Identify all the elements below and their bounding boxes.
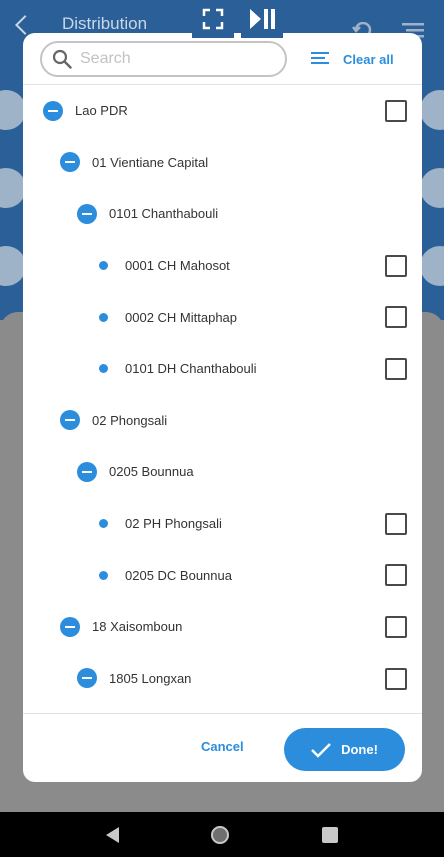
tree-node[interactable]: 1805 Longxan <box>23 653 422 705</box>
search-icon <box>52 49 72 69</box>
collapse-icon[interactable] <box>60 410 80 431</box>
clear-all-button[interactable]: Clear all <box>311 47 394 71</box>
search-bar: Clear all <box>23 33 422 85</box>
location-picker-dialog: Clear all Lao PDR 01 Vientiane Capital 0… <box>23 33 422 782</box>
nav-back-icon[interactable] <box>106 826 120 843</box>
system-navigation-bar <box>0 812 444 857</box>
tree-node-label: 0205 DC Bounnua <box>125 567 232 583</box>
tree-node-label: 0101 Chanthabouli <box>109 206 219 222</box>
fullscreen-button[interactable] <box>192 0 234 38</box>
tree-node-label: 18 Xaisomboun <box>92 619 183 635</box>
leaf-bullet-icon <box>99 570 108 580</box>
play-pause-icon <box>250 9 275 29</box>
done-label: Done! <box>341 742 378 757</box>
sort-lines-icon <box>311 52 329 64</box>
cancel-button[interactable]: Cancel <box>201 739 244 754</box>
tree-node-checkbox[interactable] <box>385 306 407 329</box>
background-avatar <box>420 90 444 130</box>
leaf-bullet-icon <box>99 261 108 271</box>
leaf-bullet-icon <box>99 364 108 374</box>
collapse-icon[interactable] <box>77 461 97 482</box>
nav-recents-icon[interactable] <box>321 826 338 843</box>
tree-node-label: 0101 DH Chanthabouli <box>125 361 257 377</box>
tree-node[interactable]: 0101 DH Chanthabouli <box>23 343 422 395</box>
tree-node-label: 1805 Longxan <box>109 670 192 686</box>
tree-node-label: 0001 CH Mahosot <box>125 258 230 274</box>
background-avatar <box>420 246 444 286</box>
collapse-icon[interactable] <box>77 668 97 689</box>
tree-node-checkbox[interactable] <box>385 564 407 587</box>
tree-node-label: 02 Phongsali <box>92 412 168 428</box>
checkmark-icon <box>311 742 331 758</box>
fullscreen-icon <box>202 8 224 30</box>
tree-node[interactable]: 0205 Bounnua <box>23 446 422 498</box>
org-unit-tree: Lao PDR 01 Vientiane Capital 0101 Chanth… <box>23 85 422 713</box>
tree-node[interactable]: 02 PH Phongsali <box>23 498 422 550</box>
tree-node-label: Lao PDR <box>75 103 128 119</box>
tree-node[interactable]: 0101 Chanthabouli <box>23 188 422 240</box>
done-button[interactable]: Done! <box>284 728 405 771</box>
tree-node-checkbox[interactable] <box>385 667 407 690</box>
collapse-icon[interactable] <box>77 203 97 224</box>
tree-node[interactable]: 02 Phongsali <box>23 395 422 447</box>
dialog-footer: Cancel Done! <box>23 713 422 782</box>
tree-node[interactable]: 01 Vientiane Capital <box>23 137 422 189</box>
background-title: Distribution <box>62 14 148 33</box>
search-input[interactable] <box>80 50 270 68</box>
tree-node[interactable]: 0205 DC Bounnua <box>23 549 422 601</box>
collapse-icon[interactable] <box>43 100 63 121</box>
clear-all-label: Clear all <box>343 51 394 67</box>
tree-node-label: 0205 Bounnua <box>109 464 194 480</box>
tree-node[interactable]: 18 Xaisomboun <box>23 601 422 653</box>
collapse-icon[interactable] <box>60 152 80 173</box>
back-arrow-icon <box>15 15 35 35</box>
leaf-bullet-icon <box>99 312 108 322</box>
tree-node-checkbox[interactable] <box>385 358 407 380</box>
tree-node-label: 02 PH Phongsali <box>125 516 222 532</box>
collapse-icon[interactable] <box>60 616 80 637</box>
leaf-bullet-icon <box>99 519 108 529</box>
tree-node[interactable]: 0002 CH Mittaphap <box>23 291 422 343</box>
tree-node[interactable]: Lao PDR <box>23 85 422 137</box>
tree-node-label: 0002 CH Mittaphap <box>125 309 238 325</box>
tree-node-checkbox[interactable] <box>385 254 407 277</box>
tree-node[interactable]: 0001 CH Mahosot <box>23 240 422 292</box>
nav-home-icon[interactable] <box>211 825 230 844</box>
tree-node-checkbox[interactable] <box>385 100 407 122</box>
background-avatar <box>420 168 444 208</box>
play-pause-button[interactable] <box>241 0 283 38</box>
tree-node-label: 01 Vientiane Capital <box>92 154 209 170</box>
tree-node-checkbox[interactable] <box>385 512 407 535</box>
tree-node-checkbox[interactable] <box>385 616 407 638</box>
search-box[interactable] <box>40 41 287 77</box>
